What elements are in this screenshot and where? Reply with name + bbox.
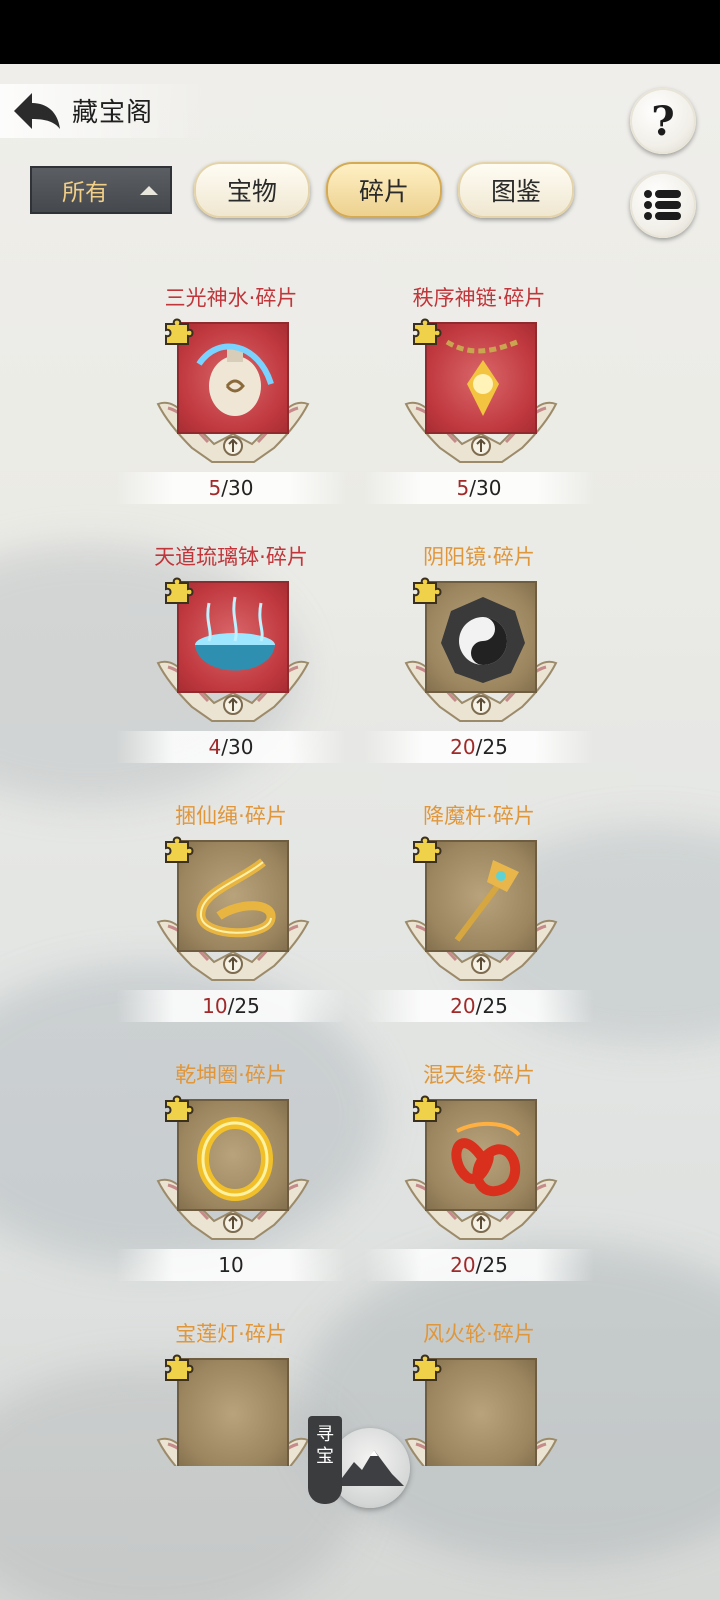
fragment-item[interactable]: 宝莲灯·碎片 [126, 1318, 336, 1466]
fragment-count: 10/25 [116, 990, 346, 1022]
puzzle-piece-icon [413, 318, 442, 345]
tab-fragments[interactable]: 碎片 [326, 162, 442, 218]
owned-count: 5 [456, 476, 470, 500]
fragment-item[interactable]: 降魔杵·碎片 20/25 [364, 800, 594, 1030]
required-count: /25 [475, 994, 508, 1018]
fragment-name: 三光神水·碎片 [164, 286, 298, 310]
required-count: /30 [221, 735, 254, 759]
fragment-name: 秩序神链·碎片 [412, 286, 546, 310]
help-button[interactable]: ? [630, 88, 696, 154]
back-button[interactable] [8, 86, 66, 136]
required-count: 10 [218, 1253, 244, 1277]
fragment-name: 混天绫·碎片 [423, 1063, 535, 1087]
menu-button[interactable] [630, 172, 696, 238]
list-menu-icon [644, 190, 681, 220]
fragment-item[interactable]: 阴阳镜·碎片 20/25 [364, 541, 594, 771]
owned-count: 10 [202, 994, 228, 1018]
puzzle-piece-icon [413, 836, 442, 863]
fragment-item[interactable]: 乾坤圈·碎片 10 [116, 1059, 346, 1289]
fragment-item[interactable]: 混天绫·碎片 20/25 [364, 1059, 594, 1289]
owned-count: 5 [208, 476, 222, 500]
fragment-item[interactable]: 捆仙绳·碎片 10/25 [116, 800, 346, 1030]
fragment-count: 20/25 [364, 1249, 594, 1281]
fragment-count: 10 [116, 1249, 346, 1281]
fragment-name: 捆仙绳·碎片 [175, 804, 287, 828]
puzzle-piece-icon [165, 836, 194, 863]
back-arrow-icon [14, 93, 60, 129]
puzzle-piece-icon [413, 1095, 442, 1122]
tab-treasures[interactable]: 宝物 [194, 162, 310, 218]
puzzle-piece-icon [165, 318, 194, 345]
fragment-count: 20/25 [364, 990, 594, 1022]
tab-codex[interactable]: 图鉴 [458, 162, 574, 218]
owned-count: 20 [450, 994, 476, 1018]
required-count: /30 [221, 476, 254, 500]
help-icon: ? [651, 97, 675, 145]
puzzle-piece-icon [165, 577, 194, 604]
owned-count: 20 [450, 1253, 476, 1277]
owned-count: 20 [450, 735, 476, 759]
puzzle-piece-icon [413, 577, 442, 604]
mountain-emblem-icon [330, 1428, 410, 1508]
fragment-item[interactable]: 天道琉璃钵·碎片 4/30 [116, 541, 346, 771]
owned-count: 4 [208, 735, 222, 759]
fragment-name: 风火轮·碎片 [423, 1322, 535, 1346]
required-count: /30 [469, 476, 502, 500]
status-bar [0, 0, 720, 64]
puzzle-piece-icon [165, 1354, 194, 1381]
fragment-name: 宝莲灯·碎片 [175, 1322, 287, 1346]
filter-selected: 所有 [62, 180, 108, 206]
treasure-pavilion-screen: 藏宝阁 ? 所有 宝物 碎片 图鉴 三光神水·碎片 5/30 秩序神链·碎片 5/30… [0, 64, 720, 1600]
fragment-count: 5/30 [116, 472, 346, 504]
treasure-hunt-button[interactable]: 寻宝 [306, 1414, 414, 1514]
puzzle-piece-icon [165, 1095, 194, 1122]
caret-up-icon [140, 186, 158, 195]
filter-dropdown[interactable]: 所有 [30, 166, 172, 214]
fragment-name: 乾坤圈·碎片 [175, 1063, 287, 1087]
fragment-name: 天道琉璃钵·碎片 [154, 545, 308, 569]
required-count: /25 [475, 1253, 508, 1277]
puzzle-piece-icon [413, 1354, 442, 1381]
fragment-count: 4/30 [116, 731, 346, 763]
required-count: /25 [475, 735, 508, 759]
fragment-grid[interactable]: 三光神水·碎片 5/30 秩序神链·碎片 5/30 天道琉璃钵·碎片 4/30 阴阳镜·碎片… [0, 282, 720, 1466]
page-title: 藏宝阁 [72, 98, 154, 128]
fragment-item[interactable]: 三光神水·碎片 5/30 [116, 282, 346, 512]
fragment-item[interactable]: 秩序神链·碎片 5/30 [364, 282, 594, 512]
fragment-name: 阴阳镜·碎片 [423, 545, 535, 569]
required-count: /25 [227, 994, 260, 1018]
treasure-hunt-label: 寻宝 [308, 1416, 342, 1504]
fragment-count: 5/30 [364, 472, 594, 504]
fragment-name: 降魔杵·碎片 [423, 804, 535, 828]
fragment-count: 20/25 [364, 731, 594, 763]
